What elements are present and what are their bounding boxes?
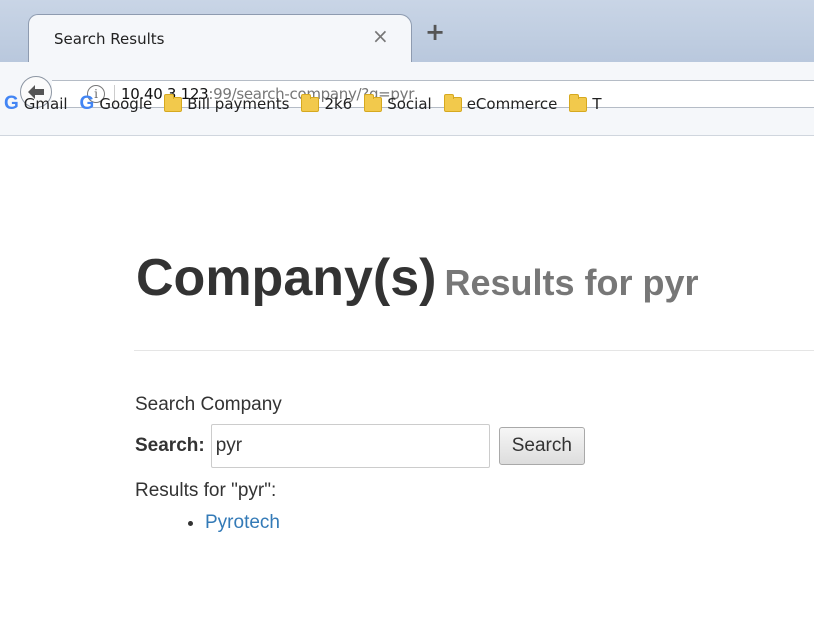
search-button[interactable]: Search [498,427,585,465]
bookmark-bill-payments[interactable]: Bill payments [164,93,290,113]
browser-tab-bar: Search Results × + [0,0,814,62]
bookmark-t[interactable]: T [569,93,602,113]
folder-icon [364,93,383,112]
bookmark-label: eCommerce [466,95,558,113]
bookmark-social[interactable]: Social [364,93,432,113]
browser-tab-active[interactable]: Search Results × [28,14,412,62]
bookmark-gmail[interactable]: G Gmail [4,93,68,115]
page-content: Company(s) Results for pyr Search Company… [0,136,814,623]
google-g-icon: G [79,93,95,114]
bookmark-google[interactable]: G Google [80,93,153,115]
page-title: Company(s) Results for pyr [136,248,699,308]
folder-icon [164,93,183,112]
folder-icon [301,93,320,112]
results-label: Results for "pyr": [135,480,277,501]
bookmarks-bar: G Gmail G Google Bill payments 2k6 Socia… [0,82,814,126]
search-form: Search: Search [135,424,585,468]
google-g-icon: G [4,93,19,114]
new-tab-button[interactable]: + [425,20,445,44]
results-list: Pyrotech [205,512,280,534]
tab-title: Search Results [54,30,165,48]
bookmark-label: Gmail [23,95,68,113]
search-label: Search: [135,435,205,456]
bookmark-2k6[interactable]: 2k6 [301,93,353,113]
bookmark-label: Bill payments [187,95,290,113]
folder-icon [443,93,462,112]
tab-close-icon[interactable]: × [372,26,389,46]
page-subtitle: Results for pyr [444,262,699,303]
bookmark-label: T [592,95,602,113]
result-link-pyrotech[interactable]: Pyrotech [205,512,280,533]
bookmark-label: Social [387,95,432,113]
bookmark-ecommerce[interactable]: eCommerce [443,93,558,113]
search-input[interactable] [210,424,490,468]
page-title-main: Company(s) [136,249,437,307]
title-divider [134,350,814,351]
bookmark-label: 2k6 [324,95,353,113]
list-item: Pyrotech [205,512,280,534]
search-section-title: Search Company [135,394,282,415]
folder-icon [569,93,588,112]
bookmark-label: Google [99,95,153,113]
